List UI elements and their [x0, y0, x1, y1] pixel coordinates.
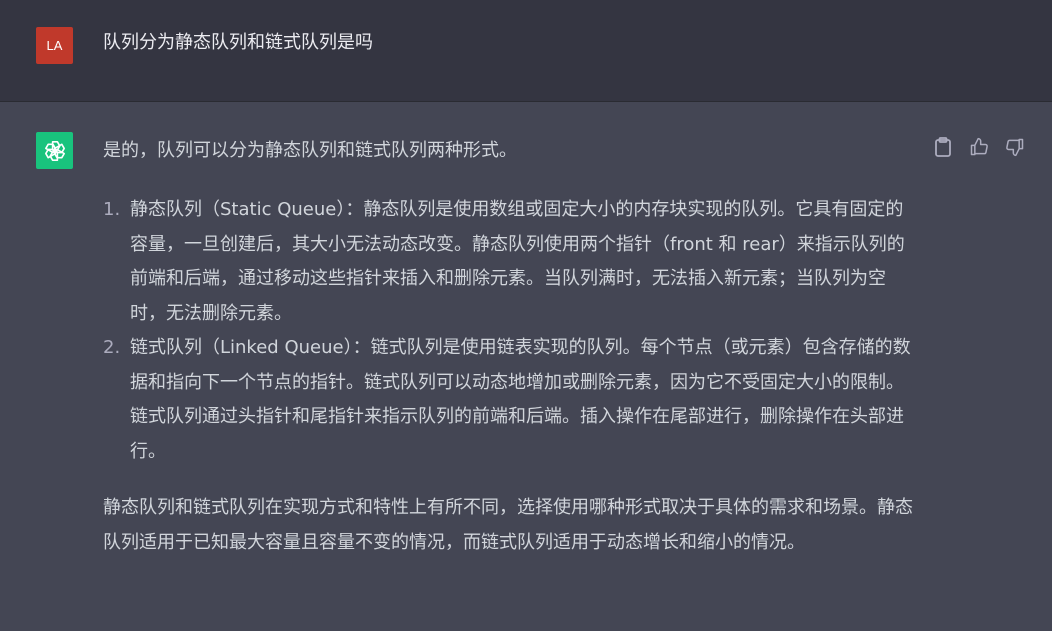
- assistant-message-row: 是的，队列可以分为静态队列和链式队列两种形式。 1. 静态队列（Static Q…: [0, 102, 1052, 631]
- thumbs-up-icon: [970, 137, 988, 156]
- list-item-number: 1.: [103, 199, 121, 220]
- openai-logo-icon: [44, 140, 65, 161]
- clipboard-icon: [935, 137, 951, 157]
- message-actions: [932, 134, 1026, 160]
- user-message-text: 队列分为静态队列和链式队列是吗: [103, 32, 373, 53]
- assistant-conclusion: 静态队列和链式队列在实现方式和特性上有所不同，选择使用哪种形式取决于具体的需求和…: [103, 497, 913, 553]
- assistant-intro: 是的，队列可以分为静态队列和链式队列两种形式。: [103, 140, 517, 161]
- dislike-button[interactable]: [1004, 134, 1026, 160]
- assistant-avatar: [36, 132, 73, 169]
- list-item-text: 静态队列（Static Queue）：静态队列是使用数组或固定大小的内存块实现的…: [130, 199, 905, 324]
- list-item-number: 2.: [103, 337, 121, 358]
- user-message-row: LA 队列分为静态队列和链式队列是吗: [0, 0, 1052, 102]
- thumbs-down-icon: [1006, 138, 1024, 157]
- list-item: 1. 静态队列（Static Queue）：静态队列是使用数组或固定大小的内存块…: [103, 193, 920, 331]
- assistant-list: 1. 静态队列（Static Queue）：静态队列是使用数组或固定大小的内存块…: [103, 193, 923, 469]
- copy-button[interactable]: [932, 134, 954, 160]
- assistant-message: 是的，队列可以分为静态队列和链式队列两种形式。 1. 静态队列（Static Q…: [103, 134, 923, 560]
- list-item: 2. 链式队列（Linked Queue）：链式队列是使用链表实现的队列。每个节…: [103, 331, 920, 469]
- list-item-text: 链式队列（Linked Queue）：链式队列是使用链表实现的队列。每个节点（或…: [130, 337, 911, 462]
- like-button[interactable]: [968, 134, 990, 160]
- user-avatar: LA: [36, 27, 73, 64]
